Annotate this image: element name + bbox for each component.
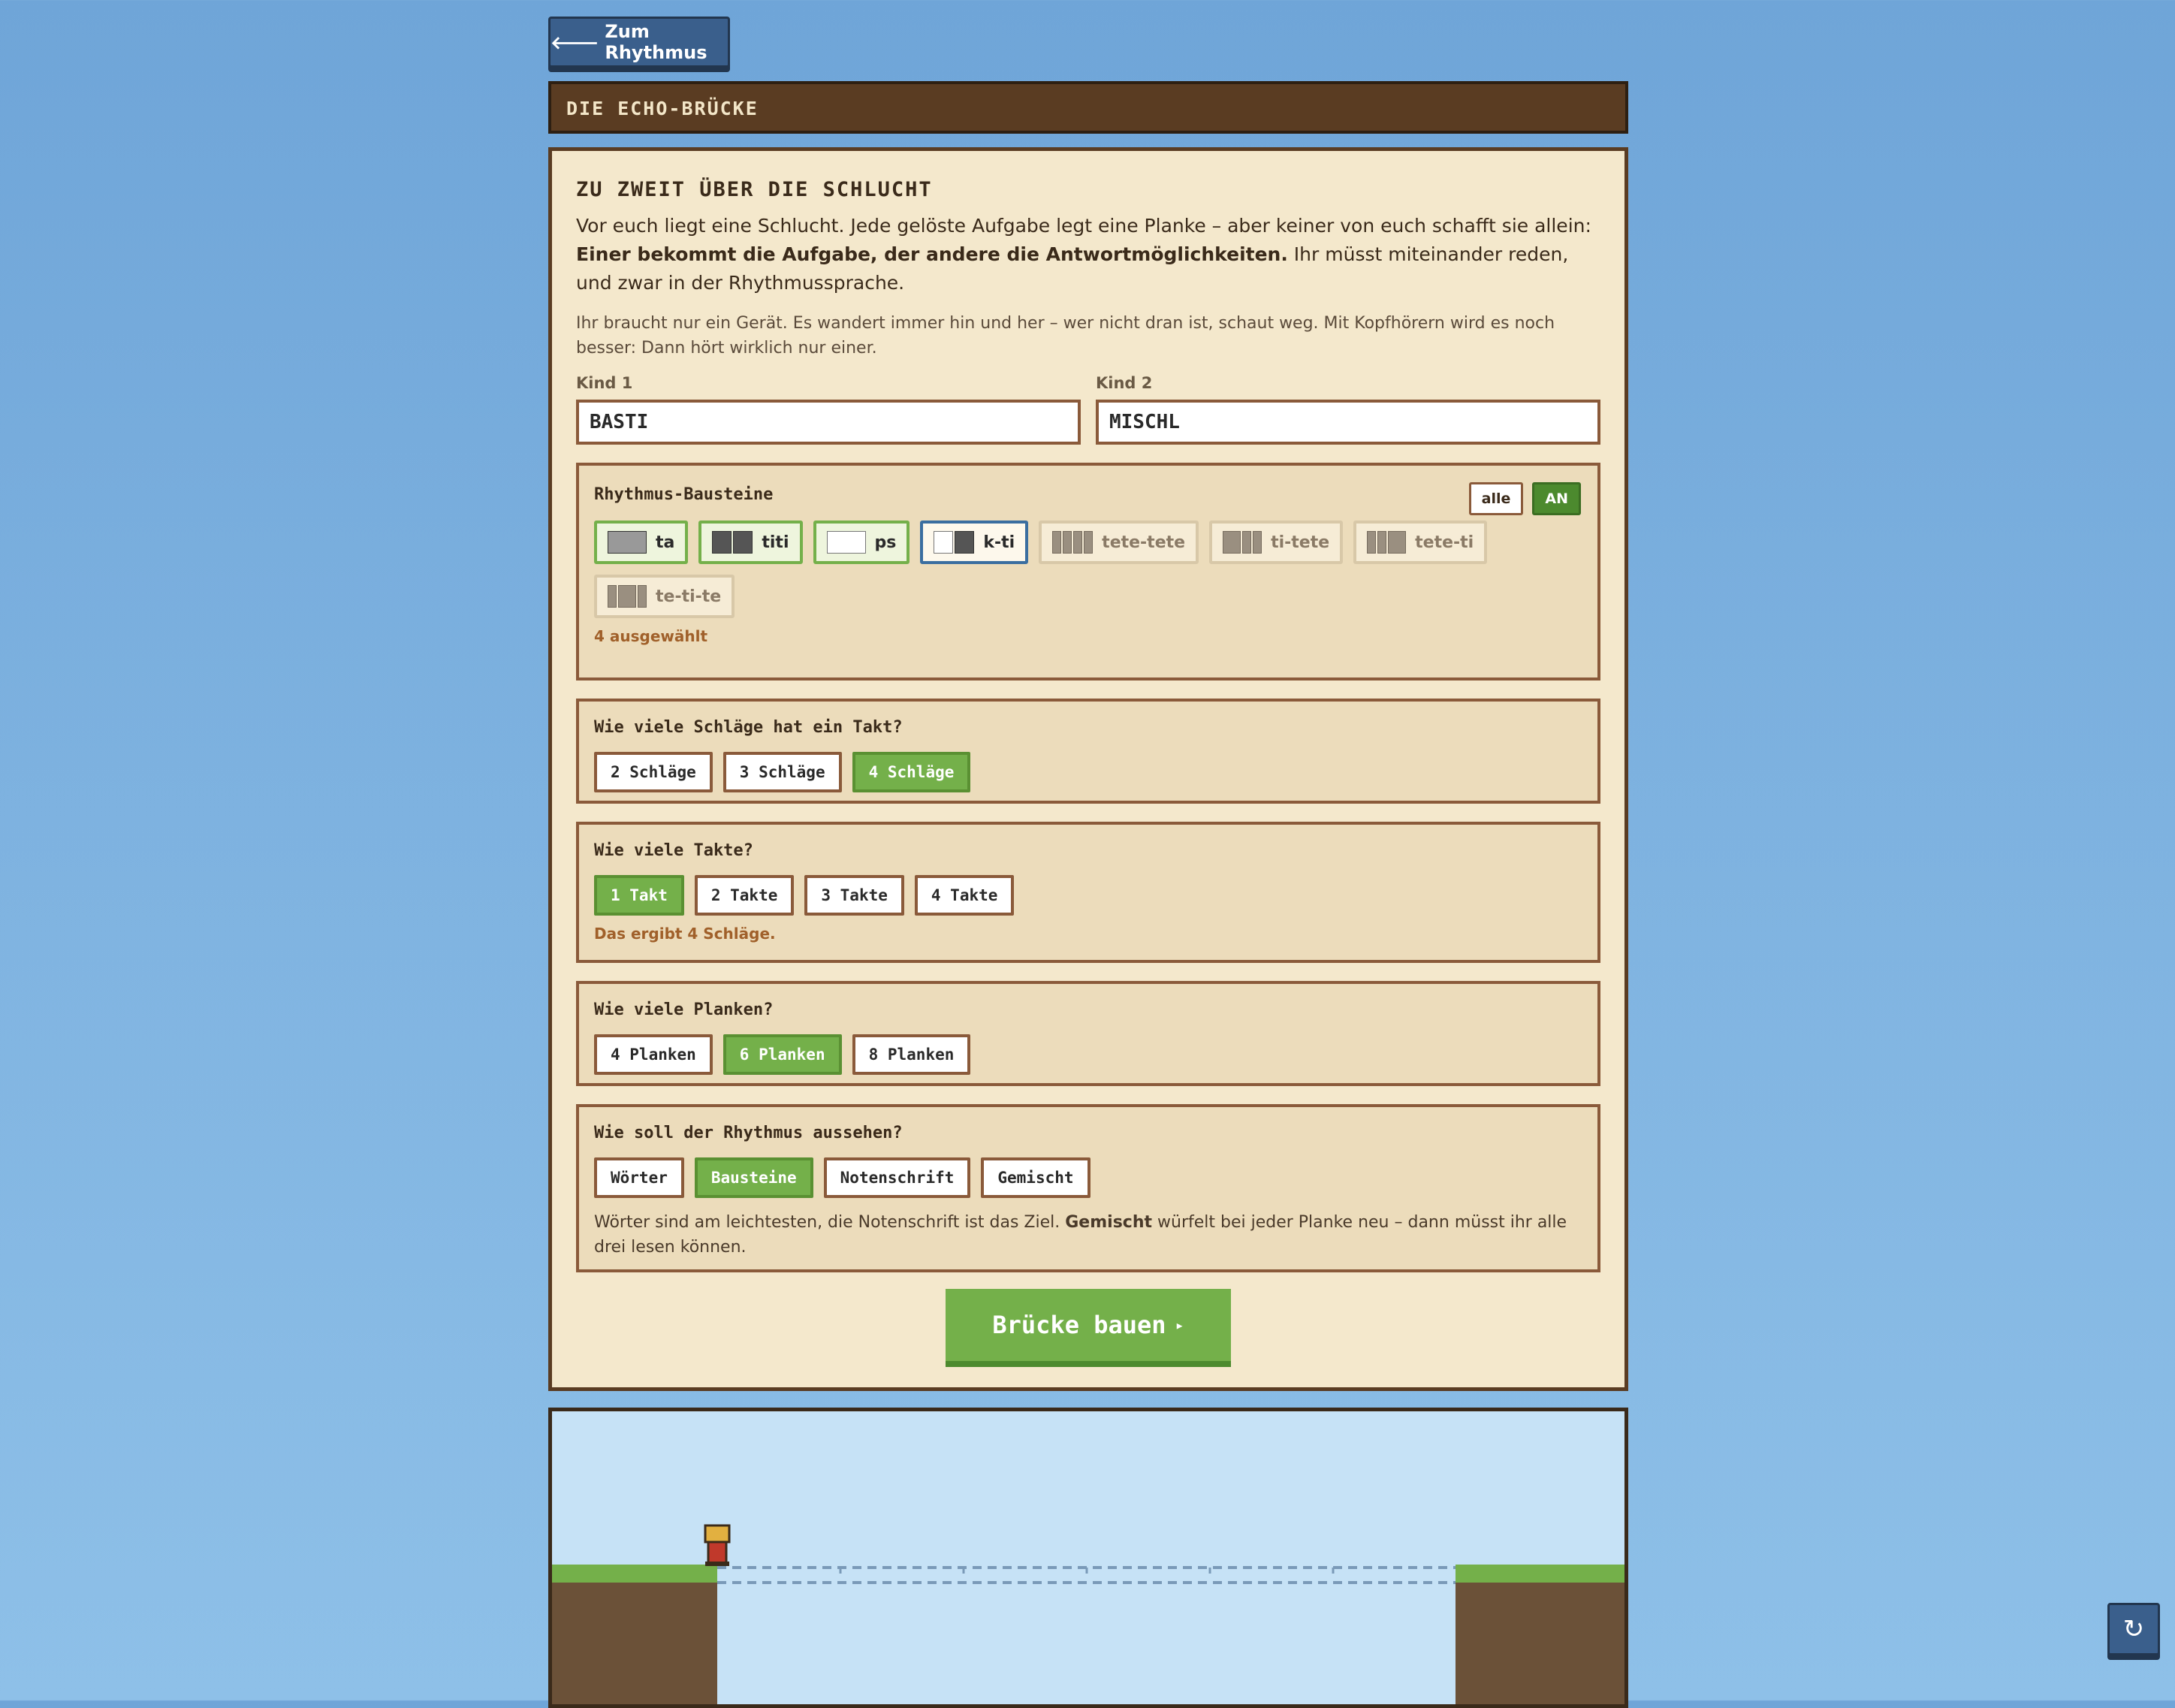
back-label: Zum Rhythmus bbox=[605, 21, 707, 63]
block-chip-te-ti-te[interactable]: te-ti-te bbox=[594, 575, 735, 618]
intro-text: Vor euch liegt eine Schlucht. Jede gelös… bbox=[576, 215, 1591, 294]
select-all-button[interactable]: alle bbox=[1468, 482, 1524, 515]
planks-option-4[interactable]: 4 Planken bbox=[594, 1034, 713, 1075]
character-sprite bbox=[704, 1524, 731, 1566]
blocks-box: Rhythmus-Bausteine alle AN ta titi ps k-… bbox=[576, 463, 1600, 680]
beats-option-3[interactable]: 3 Schläge bbox=[722, 752, 842, 792]
planks-box: Wie viele Planken? 4 Planken 6 Planken 8… bbox=[576, 981, 1600, 1086]
build-bridge-button[interactable]: Brücke bauen ▸ bbox=[946, 1289, 1231, 1367]
bridge-scene bbox=[548, 1408, 1628, 1708]
selected-count: 4 ausgewählt bbox=[594, 627, 708, 645]
beats-option-2[interactable]: 2 Schläge bbox=[594, 752, 713, 792]
eighth-pair-icon bbox=[712, 531, 753, 554]
block-chip-ti-tete[interactable]: ti-tete bbox=[1209, 521, 1344, 564]
measures-question: Wie viele Takte? bbox=[594, 841, 753, 860]
beats-question: Wie viele Schläge hat ein Takt? bbox=[594, 718, 903, 737]
left-cliff bbox=[552, 1565, 717, 1583]
block-chip-ps[interactable]: ps bbox=[813, 521, 910, 564]
measures-option-4[interactable]: 4 Takte bbox=[914, 875, 1015, 916]
eighth-two-sixteenth-icon bbox=[1223, 531, 1262, 554]
beats-box: Wie viele Schläge hat ein Takt? 2 Schläg… bbox=[576, 699, 1600, 804]
display-question: Wie soll der Rhythmus aussehen? bbox=[594, 1124, 903, 1142]
measures-option-1[interactable]: 1 Takt bbox=[594, 875, 684, 916]
setup-panel: ZU ZWEIT ÜBER DIE SCHLUCHT Vor euch lieg… bbox=[548, 147, 1628, 1391]
display-option-words[interactable]: Wörter bbox=[594, 1157, 684, 1198]
measures-note: Das ergibt 4 Schläge. bbox=[594, 925, 776, 943]
reload-icon[interactable]: ↻ bbox=[2107, 1603, 2160, 1655]
measures-option-3[interactable]: 3 Takte bbox=[804, 875, 904, 916]
block-chip-tete-tete[interactable]: tete-tete bbox=[1039, 521, 1199, 564]
arrow-left-icon: 🡐 bbox=[551, 32, 599, 53]
planks-option-8[interactable]: 8 Planken bbox=[852, 1034, 971, 1075]
measures-option-2[interactable]: 2 Takte bbox=[694, 875, 795, 916]
bridge-scene-svg bbox=[552, 1411, 1624, 1704]
kid2-input[interactable] bbox=[1096, 400, 1600, 445]
display-option-mixed[interactable]: Gemischt bbox=[981, 1157, 1091, 1198]
play-arrow-icon: ▸ bbox=[1175, 1316, 1184, 1334]
blocks-title: Rhythmus-Bausteine bbox=[594, 485, 774, 504]
block-chip-titi[interactable]: titi bbox=[698, 521, 803, 564]
kid2-label: Kind 2 bbox=[1096, 374, 1153, 392]
planks-question: Wie viele Planken? bbox=[594, 1000, 774, 1019]
two-sixteenth-eighth-icon bbox=[1367, 531, 1407, 554]
setup-heading: ZU ZWEIT ÜBER DIE SCHLUCHT bbox=[576, 178, 933, 201]
rest-eighth-icon bbox=[934, 531, 975, 554]
block-chip-tete-ti[interactable]: tete-ti bbox=[1353, 521, 1488, 564]
rest-icon bbox=[826, 531, 866, 554]
display-hint: Wörter sind am leichtesten, die Notensch… bbox=[594, 1213, 1567, 1257]
block-chips: ta titi ps k-ti tete-tete ti-tete tete-t… bbox=[594, 521, 1582, 618]
planks-option-6[interactable]: 6 Planken bbox=[722, 1034, 842, 1075]
kid1-input[interactable] bbox=[576, 400, 1081, 445]
right-cliff bbox=[1456, 1565, 1624, 1583]
back-button[interactable]: 🡐 Zum Rhythmus bbox=[548, 17, 730, 68]
display-option-blocks[interactable]: Bausteine bbox=[694, 1157, 813, 1198]
block-chip-ta[interactable]: ta bbox=[594, 521, 689, 564]
kid-names: Kind 1 Kind 2 bbox=[576, 374, 1600, 445]
page-title: DIE ECHO-BRÜCKE bbox=[548, 81, 1628, 134]
block-chip-k-ti[interactable]: k-ti bbox=[920, 521, 1029, 564]
blocks-toggle[interactable]: AN bbox=[1532, 482, 1581, 515]
beats-option-4[interactable]: 4 Schläge bbox=[852, 752, 971, 792]
kid1-label: Kind 1 bbox=[576, 374, 633, 392]
display-box: Wie soll der Rhythmus aussehen? Wörter B… bbox=[576, 1104, 1600, 1272]
sixteenth-four-icon bbox=[1052, 531, 1094, 554]
display-option-notation[interactable]: Notenschrift bbox=[823, 1157, 971, 1198]
device-hint: Ihr braucht nur ein Gerät. Es wandert im… bbox=[576, 314, 1555, 358]
quarter-note-icon bbox=[608, 531, 647, 554]
measures-box: Wie viele Takte? 1 Takt 2 Takte 3 Takte … bbox=[576, 822, 1600, 963]
syncopation-icon bbox=[608, 585, 647, 608]
